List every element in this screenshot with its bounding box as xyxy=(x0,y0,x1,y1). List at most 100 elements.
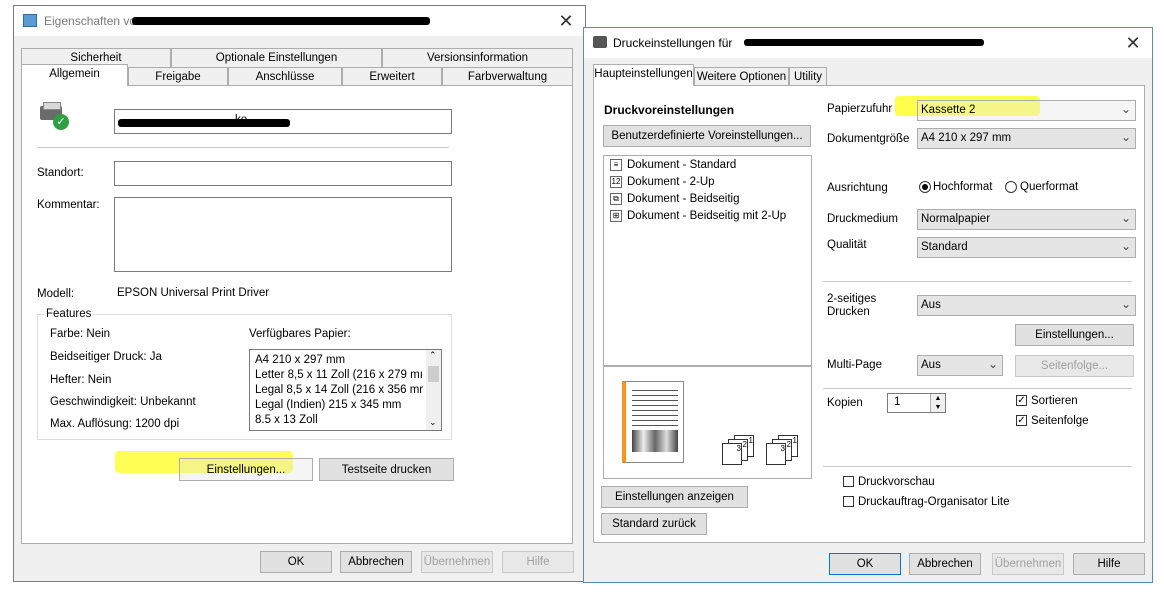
cancel-button[interactable]: Abbrechen xyxy=(340,551,412,573)
collate-checkbox[interactable]: ✓ xyxy=(1016,395,1027,406)
chevron-down-icon: ⌄ xyxy=(1120,130,1131,144)
preset-item[interactable]: ⧉ Dokument - Beidseitig xyxy=(610,193,740,205)
paper-list-scrollbar[interactable]: ⌃ ⌄ xyxy=(426,350,441,430)
page-preview: 1 2 3 1 2 3 xyxy=(603,366,812,479)
tab-anschluesse[interactable]: Anschlüsse xyxy=(228,67,342,86)
scroll-thumb[interactable] xyxy=(428,366,439,382)
feature-stapler: Hefter: Nein xyxy=(50,374,112,386)
quality-label: Qualität xyxy=(827,239,867,251)
chevron-down-icon: ⌄ xyxy=(1120,102,1131,116)
media-type-label: Druckmedium xyxy=(827,213,898,225)
apply-button[interactable]: Übernehmen xyxy=(421,551,493,573)
reverse-order-label: Seitenfolge xyxy=(1031,415,1089,427)
landscape-label: Querformat xyxy=(1020,181,1079,193)
preset-item[interactable]: ⊞ Dokument - Beidseitig mit 2-Up xyxy=(610,210,786,222)
model-value: EPSON Universal Print Driver xyxy=(117,287,270,299)
title-bar: Eigenschaften vo ✕ xyxy=(14,6,585,36)
paper-item[interactable]: A4 210 x 297 mm xyxy=(255,353,423,368)
show-settings-button[interactable]: Einstellungen anzeigen xyxy=(601,486,748,508)
chevron-down-icon: ⌄ xyxy=(1120,297,1131,311)
job-arranger-checkbox[interactable] xyxy=(843,496,854,507)
main-settings-panel: Druckvoreinstellungen Benutzerdefinierte… xyxy=(593,85,1145,543)
duplex-settings-button[interactable]: Einstellungen... xyxy=(1015,324,1134,346)
printer-properties-window: Eigenschaften vo ✕ Sicherheit Optionale … xyxy=(13,5,586,582)
presets-list[interactable]: ≡ Dokument - Standard 12 Dokument - 2-Up ⧉… xyxy=(603,155,812,366)
chevron-down-icon[interactable]: ▼ xyxy=(931,403,945,412)
print-test-page-button[interactable]: Testseite drucken xyxy=(319,458,454,481)
close-icon[interactable]: ✕ xyxy=(555,10,577,32)
duplex-two-up-icon: ⊞ xyxy=(610,210,622,222)
copies-label: Kopien xyxy=(827,397,863,409)
model-label: Modell: xyxy=(37,288,75,300)
reverse-order-checkbox[interactable]: ✓ xyxy=(1016,415,1027,426)
paper-item[interactable]: Legal 8,5 x 14 Zoll (216 x 356 mr xyxy=(255,383,423,398)
ok-button[interactable]: OK xyxy=(829,553,901,575)
document-size-select[interactable]: A4 210 x 297 mm ⌄ xyxy=(917,128,1136,149)
tab-allgemein[interactable]: Allgemein xyxy=(21,64,128,86)
printer-name-field[interactable]: ko xyxy=(114,109,452,134)
media-type-select[interactable]: Normalpapier ⌄ xyxy=(917,209,1136,230)
portrait-label: Hochformat xyxy=(933,181,993,193)
help-button[interactable]: Hilfe xyxy=(1073,553,1145,575)
custom-presets-button[interactable]: Benutzerdefinierte Voreinstellungen... xyxy=(603,125,811,147)
tab-utility[interactable]: Utility xyxy=(789,67,827,86)
tab-weitere-optionen[interactable]: Weitere Optionen xyxy=(694,67,789,86)
chevron-down-icon[interactable]: ⌄ xyxy=(429,417,437,428)
redacted-name xyxy=(118,119,290,127)
close-icon[interactable]: ✕ xyxy=(1122,32,1144,54)
copies-stepper[interactable]: 1 ▲ ▼ xyxy=(887,393,946,413)
paper-item[interactable]: 8.5 x 13 Zoll xyxy=(255,413,423,428)
landscape-radio[interactable] xyxy=(1005,181,1017,193)
duplex-select[interactable]: Aus ⌄ xyxy=(917,295,1136,316)
redacted-title xyxy=(132,17,430,25)
apply-button[interactable]: Übernehmen xyxy=(992,553,1064,575)
preferences-button[interactable]: Einstellungen... xyxy=(179,458,313,481)
duplex-label: 2-seitiges Drucken xyxy=(827,293,877,318)
paper-item[interactable]: Letter 8,5 x 11 Zoll (216 x 279 mı xyxy=(255,368,423,383)
help-button[interactable]: Hilfe xyxy=(502,551,574,573)
two-up-icon: 12 xyxy=(610,176,622,188)
tab-versionsinformation[interactable]: Versionsinformation xyxy=(382,48,573,67)
preset-item[interactable]: 12 Dokument - 2-Up xyxy=(610,176,715,188)
tab-freigabe[interactable]: Freigabe xyxy=(128,67,228,86)
quality-select[interactable]: Standard ⌄ xyxy=(917,237,1136,258)
ok-button[interactable]: OK xyxy=(260,551,332,573)
print-preview-checkbox[interactable] xyxy=(843,476,854,487)
preset-item[interactable]: ≡ Dokument - Standard xyxy=(610,159,736,171)
tab-erweitert[interactable]: Erweitert xyxy=(342,67,442,86)
stepper-buttons[interactable]: ▲ ▼ xyxy=(930,394,945,412)
collate-icon: 1 2 3 xyxy=(722,435,756,465)
tab-haupteinstellungen[interactable]: Haupteinstellungen xyxy=(593,64,694,86)
cancel-button[interactable]: Abbrechen xyxy=(909,553,981,575)
page-order-button[interactable]: Seitenfolge... xyxy=(1015,355,1134,377)
printer-icon xyxy=(23,14,37,27)
feature-color: Farbe: Nein xyxy=(50,328,111,340)
paper-label: Verfügbares Papier: xyxy=(249,328,351,340)
restore-defaults-button[interactable]: Standard zurück xyxy=(601,513,707,535)
window-title: Druckeinstellungen für xyxy=(613,36,733,50)
job-arranger-label: Druckauftrag-Organisator Lite xyxy=(858,496,1010,508)
tab-farbverwaltung[interactable]: Farbverwaltung xyxy=(442,67,573,86)
chevron-up-icon[interactable]: ▲ xyxy=(931,394,945,403)
printer-device-icon: ✓ xyxy=(40,102,70,132)
paper-source-select[interactable]: Kassette 2 ⌄ xyxy=(917,100,1136,121)
paper-item[interactable]: Legal (Indien) 215 x 345 mm xyxy=(255,398,423,413)
print-preview-label: Druckvorschau xyxy=(858,476,935,488)
document-icon: ≡ xyxy=(610,159,622,171)
collate-icon: 1 2 3 xyxy=(766,435,800,465)
portrait-radio[interactable] xyxy=(919,181,931,193)
chevron-down-icon: ⌄ xyxy=(1120,211,1131,225)
document-size-label: Dokumentgröße xyxy=(827,133,910,145)
multipage-select[interactable]: Aus ⌄ xyxy=(917,355,1003,376)
presets-title: Druckvoreinstellungen xyxy=(604,103,735,117)
divider xyxy=(823,466,1132,467)
comment-field[interactable] xyxy=(114,197,452,272)
chevron-up-icon[interactable]: ⌃ xyxy=(429,350,437,361)
general-tab-panel: ✓ ko Standort: Kommentar: Modell: EPSON … xyxy=(21,85,573,544)
paper-source-label: Papierzufuhr xyxy=(827,103,893,115)
chevron-down-icon: ⌄ xyxy=(987,357,998,371)
paper-list[interactable]: A4 210 x 297 mm Letter 8,5 x 11 Zoll (21… xyxy=(249,349,442,431)
tab-optionale-einstellungen[interactable]: Optionale Einstellungen xyxy=(171,48,382,67)
title-bar: Druckeinstellungen für ✕ xyxy=(584,28,1152,58)
location-field[interactable] xyxy=(114,161,452,186)
